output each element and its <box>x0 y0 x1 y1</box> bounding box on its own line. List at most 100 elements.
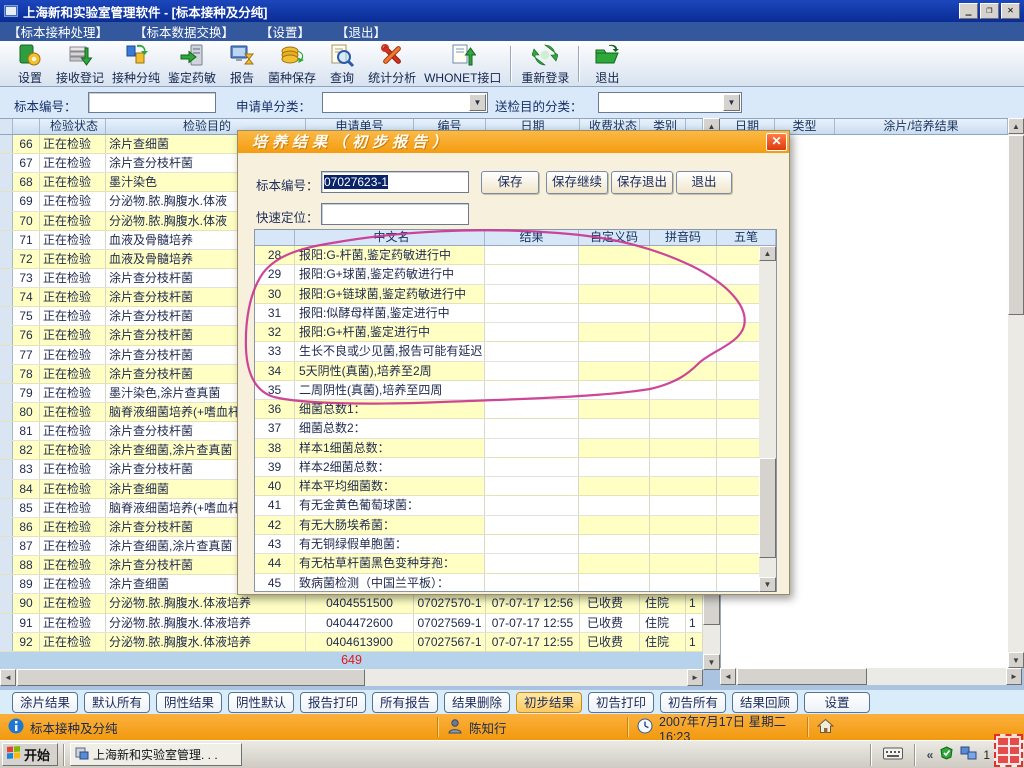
cell-chinese-name: 报阳:G-杆菌,鉴定药敏进行中 <box>295 246 485 264</box>
menu-item-data-exchange[interactable]: 【标本数据交换】 <box>134 22 234 41</box>
whonet-interface-button[interactable]: WHONET接口 <box>420 42 505 85</box>
identify-ast-button[interactable]: 鉴定药敏 <box>164 42 220 85</box>
receive-register-button[interactable]: 接收登记 <box>52 42 108 85</box>
dialog-table-row[interactable]: 37 细菌总数2： <box>255 419 760 438</box>
scrollbar-thumb[interactable] <box>17 669 365 686</box>
dialog-table-row[interactable]: 39 样本2细菌总数： <box>255 458 760 477</box>
scrollbar-thumb[interactable] <box>737 668 867 685</box>
dialog-table-row[interactable]: 33 生长不良或少见菌,报告可能有延迟 <box>255 342 760 361</box>
app-task-icon <box>75 747 89 763</box>
status-module-label: 标本接种及分纯 <box>30 718 118 737</box>
dialog-table-row[interactable]: 38 样本1细菌总数： <box>255 439 760 458</box>
inoculate-split-button[interactable]: 接种分纯 <box>108 42 164 85</box>
scroll-down-icon[interactable]: ▼ <box>703 654 720 670</box>
dialog-table-row[interactable]: 32 报阳:G+杆菌,鉴定进行中 <box>255 323 760 342</box>
cell-custom-code <box>579 400 650 418</box>
dialog-table-row[interactable]: 43 有无铜绿假单胞菌： <box>255 535 760 554</box>
table-row[interactable]: 90 正在检验 分泌物.脓.胸腹水.体液培养 0404551500 070275… <box>0 594 703 613</box>
exit-button[interactable]: 退出 <box>585 42 629 85</box>
cell-wubi-code <box>717 342 760 360</box>
menu-item-exit[interactable]: 【退出】 <box>336 22 386 41</box>
restore-button[interactable]: ❐ <box>980 3 999 19</box>
cell-row-number: 82 <box>13 441 40 459</box>
dialog-table-row[interactable]: 35 二周阴性(真菌),培养至四周 <box>255 381 760 400</box>
scroll-up-icon[interactable]: ▲ <box>759 246 776 261</box>
action-button[interactable]: 设置 <box>804 692 870 713</box>
action-button[interactable]: 初步结果 <box>516 692 582 713</box>
dialog-table-row[interactable]: 42 有无大肠埃希菌： <box>255 516 760 535</box>
keyboard-icon[interactable] <box>883 747 903 763</box>
dialog-table-row[interactable]: 36 细菌总数1： <box>255 400 760 419</box>
dialog-table-row[interactable]: 28 报阳:G-杆菌,鉴定药敏进行中 <box>255 246 760 265</box>
minimize-button[interactable]: _ <box>959 3 978 19</box>
antivirus-icon[interactable] <box>939 746 954 763</box>
req-class-select[interactable]: ▼ <box>322 92 488 113</box>
dialog-table-vscrollbar[interactable]: ▲ ▼ <box>759 246 776 592</box>
dialog-locate-input[interactable] <box>321 203 469 225</box>
dialog-table-row[interactable]: 30 报阳:G+链球菌,鉴定药敏进行中 <box>255 285 760 304</box>
strain-save-button[interactable]: 菌种保存 <box>264 42 320 85</box>
scroll-right-icon[interactable]: ► <box>687 669 703 686</box>
scroll-left-icon[interactable]: ◄ <box>720 668 736 685</box>
dialog-table-row[interactable]: 34 5天阴性(真菌),培养至2周 <box>255 362 760 381</box>
scroll-right-icon[interactable]: ► <box>1006 668 1022 685</box>
close-button[interactable]: ✕ <box>1001 3 1020 19</box>
save-exit-button[interactable]: 保存退出 <box>611 171 673 194</box>
main-table-hscrollbar[interactable]: ◄ ► <box>0 669 703 686</box>
cell-row-number: 79 <box>13 384 40 402</box>
exit-button[interactable]: 退出 <box>676 171 732 194</box>
settings-button[interactable]: 设置 <box>8 42 52 85</box>
action-button[interactable]: 默认所有 <box>84 692 150 713</box>
dialog-table-row[interactable]: 44 有无枯草杆菌黑色变种芽孢： <box>255 554 760 573</box>
result-panel-vscrollbar[interactable]: ▲ ▼ <box>1008 118 1024 668</box>
action-button[interactable]: 初告所有 <box>660 692 726 713</box>
scroll-up-icon[interactable]: ▲ <box>1008 118 1024 134</box>
save-continue-button[interactable]: 保存继续 <box>546 171 608 194</box>
network-icon[interactable] <box>960 746 977 763</box>
statistics-button[interactable]: 统计分析 <box>364 42 420 85</box>
action-button[interactable]: 阴性结果 <box>156 692 222 713</box>
scrollbar-thumb[interactable] <box>1008 135 1024 315</box>
relogin-button[interactable]: 重新登录 <box>517 42 573 85</box>
scroll-down-icon[interactable]: ▼ <box>759 577 776 592</box>
action-button[interactable]: 初告打印 <box>588 692 654 713</box>
result-panel-hscrollbar[interactable]: ◄ ► <box>720 668 1022 685</box>
dialog-specimen-input[interactable]: 07027623-1 <box>321 171 469 193</box>
scrollbar-thumb[interactable] <box>759 458 776 558</box>
scroll-down-icon[interactable]: ▼ <box>1008 652 1024 668</box>
action-button[interactable]: 所有报告 <box>372 692 438 713</box>
action-button[interactable]: 报告打印 <box>300 692 366 713</box>
dialog-table-row[interactable]: 31 报阳:似酵母样菌,鉴定进行中 <box>255 304 760 323</box>
culture-result-dialog: 培养结果（初步报告） ✕ 标本编号： 07027623-1 快速定位： 保存 保… <box>237 130 790 595</box>
specimen-no-input[interactable] <box>88 92 216 113</box>
dialog-table-row[interactable]: 45 致病菌检测（中国兰平板）： <box>255 574 760 591</box>
purpose-class-select[interactable]: ▼ <box>598 92 742 113</box>
cell-result <box>485 458 579 476</box>
start-button[interactable]: 开始 <box>2 743 58 766</box>
table-row[interactable]: 91 正在检验 分泌物.脓.胸腹水.体液培养 0404472600 070275… <box>0 614 703 633</box>
query-button[interactable]: 查询 <box>320 42 364 85</box>
row-indicator <box>0 556 13 574</box>
scroll-left-icon[interactable]: ◄ <box>0 669 16 686</box>
action-button[interactable]: 结果回顾 <box>732 692 798 713</box>
menu-item-specimen-process[interactable]: 【标本接种处理】 <box>8 22 108 41</box>
chevron-down-icon[interactable]: ▼ <box>469 94 486 111</box>
action-button[interactable]: 结果删除 <box>444 692 510 713</box>
save-button[interactable]: 保存 <box>481 171 539 194</box>
report-button[interactable]: 报告 <box>220 42 264 85</box>
action-button[interactable]: 阴性默认 <box>228 692 294 713</box>
dialog-table-row[interactable]: 29 报阳:G+球菌,鉴定药敏进行中 <box>255 265 760 284</box>
dialog-table-row[interactable]: 40 样本平均细菌数： <box>255 477 760 496</box>
dialog-close-icon[interactable]: ✕ <box>766 133 787 151</box>
action-button[interactable]: 涂片结果 <box>12 692 78 713</box>
chevron-left-icon[interactable]: « <box>927 748 934 762</box>
dialog-table-row[interactable]: 41 有无金黄色葡萄球菌： <box>255 496 760 515</box>
cell-chinese-name: 二周阴性(真菌),培养至四周 <box>295 381 485 399</box>
cell-custom-code <box>579 516 650 534</box>
table-row[interactable]: 92 正在检验 分泌物.脓.胸腹水.体液培养 0404613900 070275… <box>0 633 703 652</box>
cell-wubi-code <box>717 477 760 495</box>
chevron-down-icon[interactable]: ▼ <box>723 94 740 111</box>
menu-item-settings[interactable]: 【设置】 <box>260 22 310 41</box>
taskbar-app-item[interactable]: 上海新和实验室管理. . . <box>70 743 242 766</box>
cell-status: 正在检验 <box>40 365 106 383</box>
